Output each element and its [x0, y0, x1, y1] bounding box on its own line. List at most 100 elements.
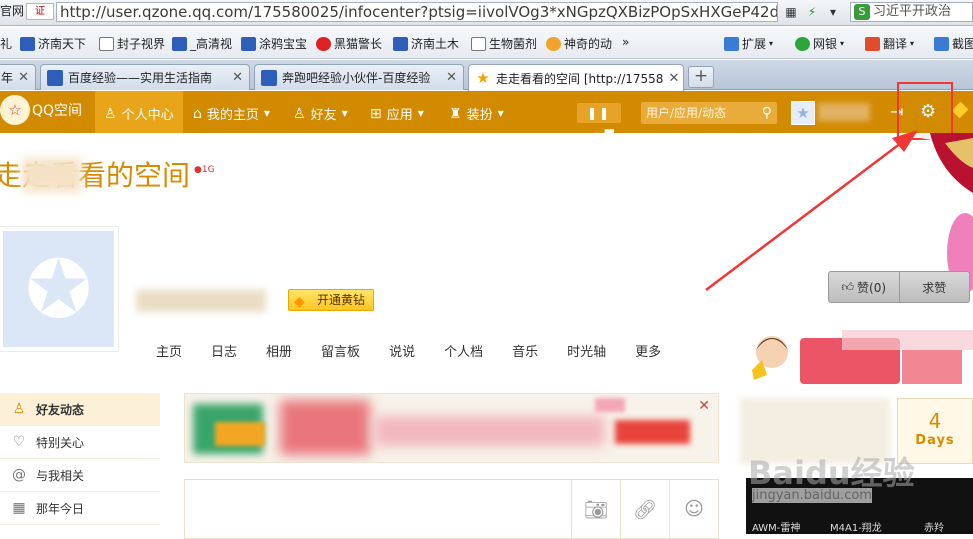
- username-blurred: [818, 103, 870, 121]
- extensions-button[interactable]: 扩展 ▾: [724, 35, 773, 52]
- qzone-logo-icon: ☆: [0, 95, 30, 125]
- cat-icon: [546, 36, 561, 51]
- screenshot-button[interactable]: 截图: [934, 35, 973, 52]
- game-caption: AWM-雷神: [752, 523, 801, 534]
- translate-button[interactable]: 翻译 ▾: [865, 35, 914, 52]
- paw-icon: [261, 69, 277, 86]
- paw-icon: [20, 36, 35, 51]
- bookmark-label: 礼: [0, 37, 13, 51]
- close-icon[interactable]: ✕: [698, 398, 710, 414]
- nav-label: 应用: [386, 108, 413, 123]
- subnav-blog[interactable]: 日志: [211, 341, 237, 360]
- tab[interactable]: 年 ✕: [0, 64, 36, 90]
- sidebar-item-friend-feed[interactable]: ♙ 好友动态: [0, 393, 160, 426]
- ad-banner[interactable]: ✕: [184, 393, 719, 463]
- bookmark-item[interactable]: 生物菌剂: [471, 35, 537, 52]
- bookmark-label: 截图: [952, 37, 973, 51]
- nav-label: 装扮: [466, 108, 493, 123]
- corner-decoration-image: [900, 133, 973, 293]
- qzone-logo[interactable]: ☆ QQ空间: [0, 95, 82, 125]
- chevron-down-icon: ▼: [263, 109, 271, 118]
- search-text: 习近平开政治: [873, 4, 952, 19]
- post-composer[interactable]: 📷︎ 🔗︎ ☺: [184, 479, 719, 539]
- bookmark-item[interactable]: 济南土木: [393, 35, 459, 52]
- subnav-more[interactable]: 更多: [635, 341, 661, 360]
- diamond-icon: ◆: [294, 294, 305, 310]
- tab-active[interactable]: ★ 走走看看的空间 [http://17558 ✕: [468, 64, 684, 91]
- level-badge-icon: ●1G: [194, 165, 215, 175]
- nav-personal-center[interactable]: ♙ 个人中心: [104, 104, 174, 124]
- bookmark-label: 济南天下: [38, 37, 87, 51]
- bookmark-label: 涂鸦宝宝: [259, 37, 308, 51]
- search-input[interactable]: S 习近平开政治: [850, 2, 973, 22]
- new-tab-button[interactable]: +: [688, 66, 714, 88]
- bank-button[interactable]: 网银 ▾: [795, 35, 844, 52]
- avatar[interactable]: ★: [791, 101, 815, 125]
- music-control[interactable]: ❚❚ ▂▄▆: [577, 103, 621, 140]
- bookmark-label: 黑猫警长: [334, 37, 383, 51]
- tab-label: 奔跑吧经验小伙伴-百度经验: [282, 71, 431, 85]
- bookmark-item[interactable]: _高清视: [172, 35, 232, 52]
- certificate-icon[interactable]: 证: [26, 3, 54, 20]
- sidebar-item-this-day[interactable]: ▦ 那年今日: [0, 492, 160, 525]
- close-icon[interactable]: ✕: [668, 71, 679, 86]
- close-icon[interactable]: ✕: [18, 70, 29, 85]
- chevron-down-icon: ▾: [910, 39, 915, 48]
- heart-icon: ♡: [12, 434, 26, 450]
- nav-label: 我的主页: [206, 108, 259, 123]
- subnav-music[interactable]: 音乐: [512, 341, 538, 360]
- home-icon: ⌂: [193, 105, 202, 122]
- url-input[interactable]: http://user.qzone.qq.com/175580025/infoc…: [56, 2, 778, 22]
- sidebar-item-special-care[interactable]: ♡ 特别关心: [0, 426, 160, 459]
- subnav-shuoshuo[interactable]: 说说: [389, 341, 415, 360]
- subnav-album[interactable]: 相册: [266, 341, 292, 360]
- chevron-down-icon[interactable]: ▾: [824, 3, 842, 21]
- bookmark-item[interactable]: 济南天下: [20, 35, 86, 52]
- search-icon[interactable]: ⚲: [762, 102, 772, 124]
- watermark-url: jingyan.baidu.com: [752, 488, 872, 503]
- open-yellow-diamond-button[interactable]: ◆ 开通黄钻: [288, 289, 375, 311]
- nav-my-homepage[interactable]: ⌂ 我的主页 ▼: [193, 104, 271, 124]
- search-icon: S: [854, 4, 870, 20]
- lightning-icon[interactable]: ⚡: [803, 3, 821, 21]
- bookmark-item[interactable]: 礼: [0, 35, 12, 52]
- subnav-profile[interactable]: 个人档: [444, 341, 483, 360]
- nav-friends[interactable]: ♙ 好友 ▼: [293, 104, 348, 124]
- close-icon[interactable]: ✕: [232, 70, 243, 85]
- tab[interactable]: 奔跑吧经验小伙伴-百度经验 ✕: [254, 64, 464, 90]
- bookmark-label: »: [622, 35, 630, 49]
- bookmark-item[interactable]: 神奇的动: [546, 35, 612, 52]
- at-icon: @: [12, 467, 26, 483]
- bookmark-item[interactable]: 封子视界: [99, 35, 165, 52]
- bookmark-label: 济南土木: [411, 37, 460, 51]
- bookmark-item[interactable]: 黑猫警长: [316, 35, 382, 52]
- subnav-guestbook[interactable]: 留言板: [321, 341, 360, 360]
- vip-diamond-icon[interactable]: [951, 101, 969, 119]
- camera-icon[interactable]: 📷︎: [571, 480, 620, 538]
- qzone-search-input[interactable]: 用户/应用/动态 ⚲: [641, 102, 777, 124]
- nav-apps[interactable]: ⊞ 应用 ▼: [370, 104, 424, 124]
- bookmark-item[interactable]: 涂鸦宝宝: [241, 35, 307, 52]
- title-redaction: [22, 158, 82, 192]
- bookmark-label: 神奇的动: [564, 37, 613, 51]
- qrcode-icon[interactable]: ▦: [782, 3, 800, 21]
- attachment-icon[interactable]: 🔗︎: [620, 480, 669, 538]
- like-bar: 👍︎ 赞(0) 求赞: [828, 271, 970, 303]
- like-button[interactable]: 👍︎ 赞(0): [829, 272, 899, 302]
- subnav-timeline[interactable]: 时光轴: [567, 341, 606, 360]
- chevron-down-icon: ▾: [840, 39, 845, 48]
- profile-avatar[interactable]: ✪: [0, 226, 119, 352]
- promo-banner-image[interactable]: [742, 330, 973, 390]
- nav-label: 好友: [310, 108, 337, 123]
- fun-icon[interactable]: ☺: [669, 480, 718, 538]
- nav-label: 个人中心: [121, 108, 174, 123]
- nav-decorate[interactable]: ♜ 装扮 ▼: [449, 104, 504, 124]
- bookmark-label: 网银: [813, 37, 838, 51]
- sidebar-item-related[interactable]: @ 与我相关: [0, 459, 160, 492]
- subnav-home[interactable]: 主页: [156, 341, 182, 360]
- apps-icon: ⊞: [370, 105, 382, 122]
- tab[interactable]: 百度经验——实用生活指南 ✕: [40, 64, 250, 90]
- ask-like-button[interactable]: 求赞: [900, 272, 970, 302]
- bookmark-more[interactable]: »: [622, 35, 629, 49]
- close-icon[interactable]: ✕: [446, 70, 457, 85]
